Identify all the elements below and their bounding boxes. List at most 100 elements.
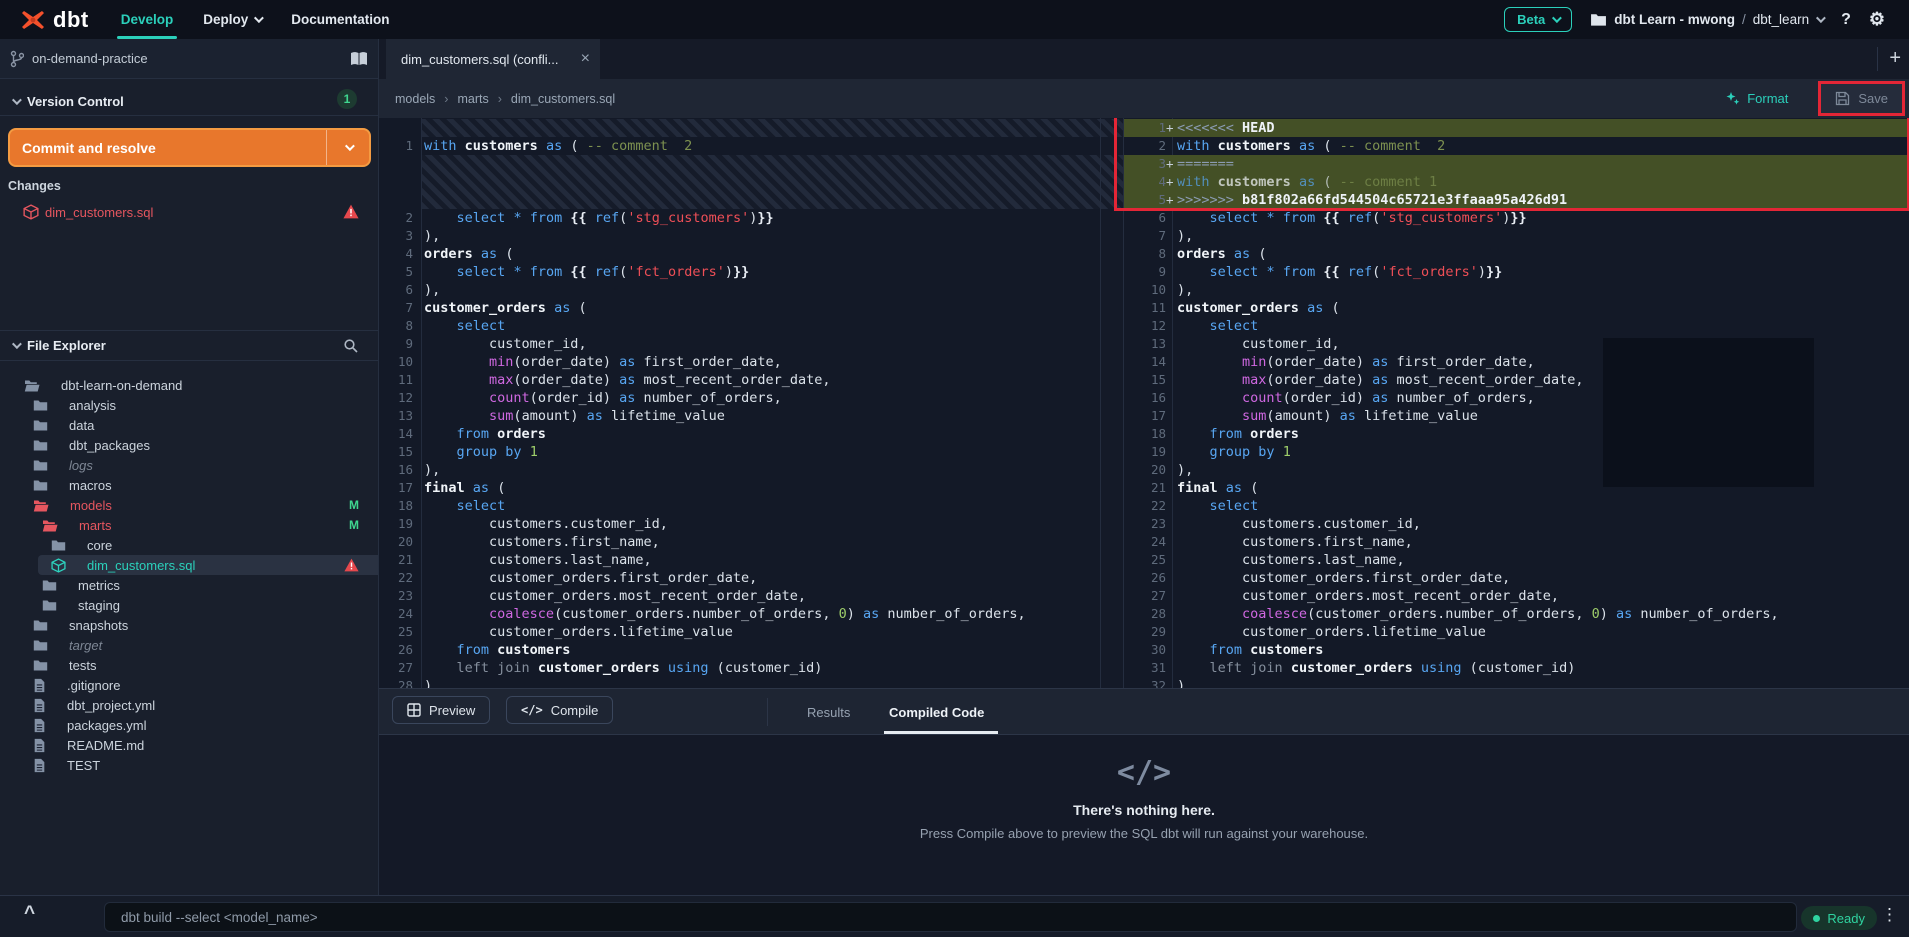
tree-item-label: README.md [67,738,144,753]
tree-item-test[interactable]: TEST [0,755,378,775]
docs-book-icon[interactable] [349,51,369,67]
tab-compiled-code[interactable]: Compiled Code [889,689,984,735]
tree-item-label: TEST [67,758,100,773]
beta-dropdown[interactable]: Beta [1504,7,1572,32]
account-name: dbt Learn - mwong [1614,12,1735,27]
nav-item-develop[interactable]: Develop [121,0,174,39]
expand-caret-icon[interactable]: ^ [24,903,35,925]
tree-item-models[interactable]: modelsM [0,495,378,515]
help-button[interactable]: ? [1841,11,1851,29]
tree-item-label: dbt_packages [69,438,150,453]
tree-item-readme-md[interactable]: README.md [0,735,378,755]
format-label: Format [1747,91,1788,106]
chevron-down-icon [1816,13,1826,23]
tree-item-data[interactable]: data [0,415,378,435]
folder-open-icon [33,499,49,512]
code-line: 6), [379,281,1100,299]
sidebar: on-demand-practice Version Control 1 Com… [0,39,379,895]
tree-item-dbt-learn-on-demand[interactable]: dbt-learn-on-demand [0,375,378,395]
code-line: 20 customers.first_name, [379,533,1100,551]
tree-item-metrics[interactable]: metrics [0,575,378,595]
code-line: 17final as ( [379,479,1100,497]
nav-item-documentation[interactable]: Documentation [291,0,389,39]
project-name: dbt_learn [1753,12,1809,27]
editor-tab-bar: dim_customers.sql (confli... × + [379,39,1909,79]
code-line: 16), [379,461,1100,479]
code-line: 7customer_orders as ( [379,299,1100,317]
chevron-down-icon [344,141,354,151]
kebab-menu-icon[interactable]: ⋮ [1881,905,1897,925]
tab-results[interactable]: Results [807,689,850,735]
preview-button[interactable]: Preview [392,696,490,724]
brand-name: dbt [53,7,89,33]
tree-item-packages-yml[interactable]: packages.yml [0,715,378,735]
tree-item-tests[interactable]: tests [0,655,378,675]
dbt-command-input[interactable] [104,902,1797,932]
file-explorer-header[interactable]: File Explorer [0,331,378,360]
code-line: 1with customers as ( -- comment 2 [379,137,1100,155]
breadcrumb-item[interactable]: dim_customers.sql [511,92,615,106]
commit-button-label[interactable]: Commit and resolve [10,140,326,156]
code-line: 28) [379,677,1100,688]
code-line: 9 select * from {{ ref('fct_orders')}} [1124,263,1909,281]
commit-and-resolve-button[interactable]: Commit and resolve [8,128,371,167]
tree-item-marts[interactable]: martsM [0,515,378,535]
results-panel-toolbar: Preview </> Compile Results Compiled Cod… [379,688,1909,735]
code-line: 22 customer_orders.first_order_date, [379,569,1100,587]
diff-spacer [1101,155,1123,209]
close-icon[interactable]: × [581,50,590,68]
git-branch-row[interactable]: on-demand-practice [0,39,378,79]
tree-item-target[interactable]: target [0,635,378,655]
conflict-warning-icon [343,204,359,219]
folder-icon [33,639,48,652]
version-control-header[interactable]: Version Control 1 [0,88,378,114]
code-line: 27 customer_orders.most_recent_order_dat… [1124,587,1909,605]
code-line: 13 sum(amount) as lifetime_value [379,407,1100,425]
dbt-cloud-ide: dbt Develop Deploy Documentation Beta dbt … [0,0,1909,937]
account-project-selector[interactable]: dbt Learn - mwong / dbt_learn [1590,12,1823,27]
tree-item-core[interactable]: core [0,535,378,555]
tree-item-dim-customers-sql[interactable]: dim_customers.sql [0,555,378,575]
breadcrumb-item[interactable]: models [395,92,435,106]
nav-item-deploy[interactable]: Deploy [203,0,261,39]
commit-options-chevron[interactable] [327,144,369,151]
file-tree: dbt-learn-on-demandanalysisdata dbt_packa… [0,375,378,775]
tree-item-macros[interactable]: macros [0,475,378,495]
new-tab-button[interactable]: + [1889,47,1901,70]
tree-item-label: core [87,538,112,553]
file-icon [33,758,46,773]
editor-pane-local[interactable]: 1with customers as ( -- comment 22 selec… [379,119,1100,688]
tree-item-dbt-packages[interactable]: dbt_packages [0,435,378,455]
code-line: 8orders as ( [1124,245,1909,263]
model-cube-icon [23,204,39,220]
compile-label: Compile [551,703,599,718]
compile-button[interactable]: </> Compile [506,696,613,724]
tree-item-logs[interactable]: logs [0,455,378,475]
breadcrumb-item[interactable]: marts [457,92,488,106]
code-line: 32) [1124,677,1909,688]
save-button[interactable]: Save [1835,91,1888,106]
code-line: 6 select * from {{ ref('stg_customers')}… [1124,209,1909,227]
tab-title: dim_customers.sql (confli... [401,52,559,67]
tree-item-analysis[interactable]: analysis [0,395,378,415]
command-bar: ^ Ready ⋮ [0,895,1909,937]
settings-gear-button[interactable]: ⚙ [1869,9,1885,30]
chevron-down-icon [12,339,22,349]
code-editor[interactable]: 1with customers as ( -- comment 22 selec… [379,118,1909,688]
code-line: 4orders as ( [379,245,1100,263]
code-line: 3+======= [1124,155,1909,173]
status-badge[interactable]: Ready [1801,906,1877,930]
tree-item--gitignore[interactable]: .gitignore [0,675,378,695]
dbt-logo-icon[interactable] [20,7,46,33]
search-icon[interactable] [343,338,359,354]
format-button[interactable]: Format [1725,91,1788,106]
tab-dim-customers[interactable]: dim_customers.sql (confli... × [386,39,600,79]
folder-icon [33,439,48,452]
tree-item-label: models [70,498,112,513]
folder-icon [33,619,48,632]
tree-item-staging[interactable]: staging [0,595,378,615]
changed-file-row[interactable]: dim_customers.sql [0,200,378,224]
tree-item-dbt-project-yml[interactable]: dbt_project.yml [0,695,378,715]
code-icon: </> [521,703,543,717]
tree-item-snapshots[interactable]: snapshots [0,615,378,635]
